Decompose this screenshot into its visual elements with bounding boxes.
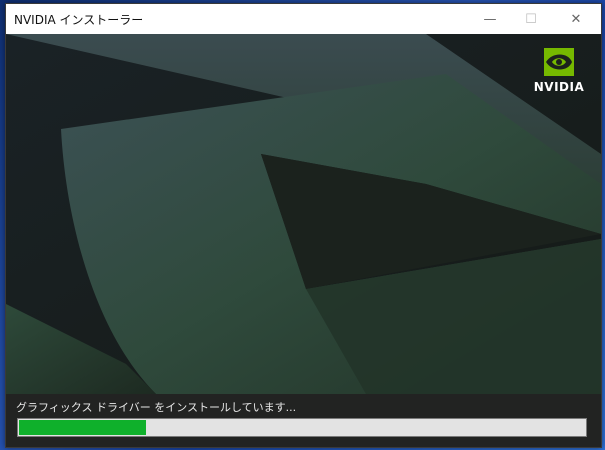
maximize-icon: ☐	[525, 11, 537, 27]
minimize-button[interactable]: —	[468, 4, 512, 34]
minimize-icon: —	[483, 11, 497, 27]
banner-graphic	[6, 34, 601, 394]
window-title: NVIDIA インストーラー	[14, 13, 144, 27]
close-button[interactable]: ✕	[554, 4, 598, 34]
installer-window: NVIDIA インストーラー — ☐ ✕ NVIDIA グラフィックス ドライバ…	[5, 3, 602, 448]
maximize-button[interactable]: ☐	[509, 4, 553, 34]
install-progress-bar	[17, 418, 587, 437]
nvidia-logo: NVIDIA	[528, 46, 590, 98]
nvidia-wordmark: NVIDIA	[533, 80, 585, 94]
install-status-text: グラフィックス ドライバー をインストールしています...	[16, 401, 297, 414]
progress-panel: グラフィックス ドライバー をインストールしています...	[6, 394, 601, 447]
progress-fill	[19, 420, 146, 435]
title-bar[interactable]: NVIDIA インストーラー — ☐ ✕	[6, 4, 601, 34]
nvidia-eye-icon	[544, 48, 574, 76]
close-icon: ✕	[570, 11, 582, 27]
banner-artwork: NVIDIA	[6, 34, 601, 394]
